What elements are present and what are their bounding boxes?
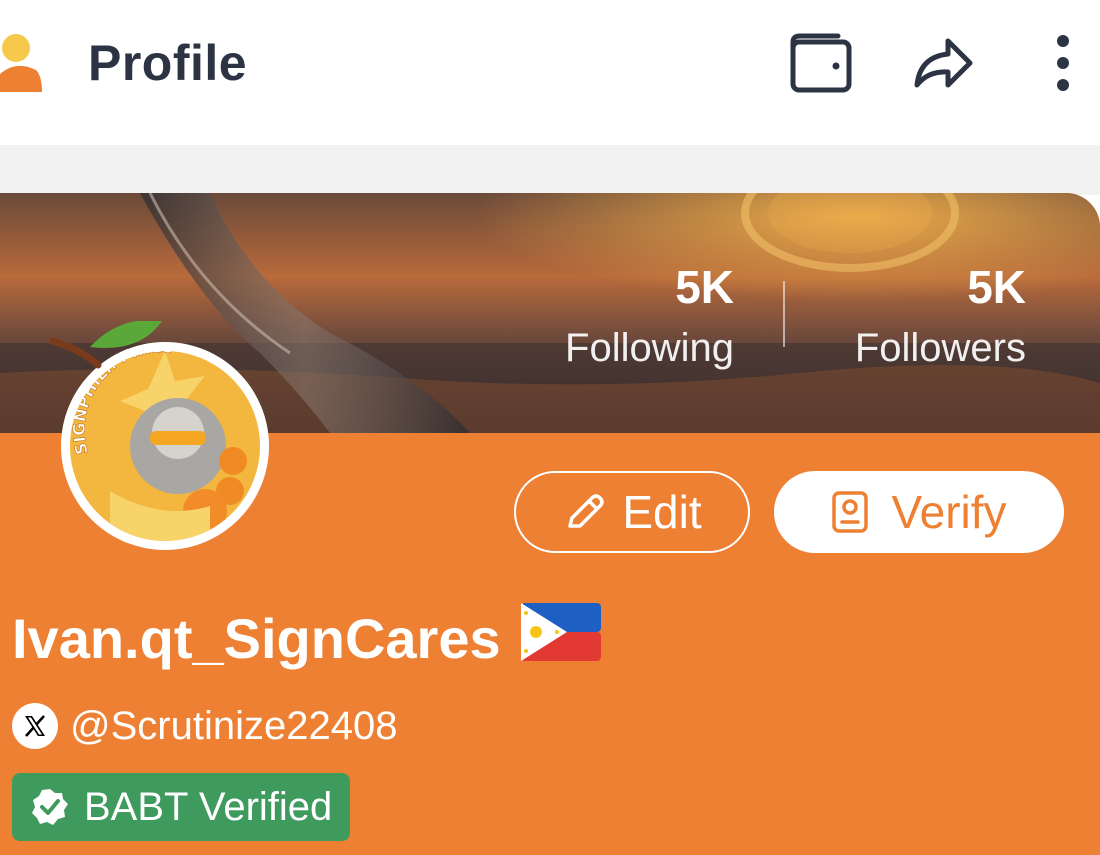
- verified-check-icon: [32, 789, 68, 825]
- wallet-button[interactable]: [786, 28, 856, 98]
- following-count: 5K: [675, 261, 734, 313]
- edit-label: Edit: [622, 486, 702, 538]
- verify-label: Verify: [891, 486, 1007, 538]
- x-handle: @Scrutinize22408: [70, 703, 398, 748]
- followers-label: Followers: [854, 326, 1026, 370]
- verify-button[interactable]: Verify: [774, 471, 1064, 553]
- share-icon: [914, 38, 973, 88]
- following-label: Following: [565, 326, 734, 370]
- badge-label: BABT Verified: [84, 784, 333, 829]
- edit-profile-button[interactable]: Edit: [514, 471, 750, 553]
- avatar[interactable]: SIGNPHILIPPINES: [48, 320, 280, 551]
- x-account-link[interactable]: @Scrutinize22408: [12, 703, 397, 749]
- section-separator: [0, 145, 1100, 195]
- profile-card: 5K Following 5K Followers SIGNPH Edit Ve…: [0, 193, 1100, 855]
- philippines-flag-icon: [520, 603, 601, 674]
- user-icon[interactable]: [0, 30, 50, 92]
- babt-verified-badge: BABT Verified: [12, 773, 351, 841]
- followers-count: 5K: [967, 261, 1026, 313]
- display-name-text: Ivan.qt_SignCares: [12, 607, 501, 670]
- more-options-button[interactable]: [1028, 28, 1098, 98]
- following-stat[interactable]: 5K Following: [565, 263, 734, 371]
- x-logo-icon: [12, 703, 58, 749]
- top-app-bar: Profile: [0, 0, 1100, 145]
- followers-stat[interactable]: 5K Followers: [855, 263, 1026, 371]
- stat-divider: [783, 281, 785, 347]
- wallet-icon: [790, 33, 852, 93]
- pencil-icon: [568, 494, 605, 528]
- page-title: Profile: [88, 35, 248, 91]
- more-vertical-icon: [1057, 35, 1069, 91]
- share-button[interactable]: [908, 28, 978, 98]
- id-badge-icon: [832, 491, 869, 533]
- display-name: Ivan.qt_SignCares: [12, 603, 601, 674]
